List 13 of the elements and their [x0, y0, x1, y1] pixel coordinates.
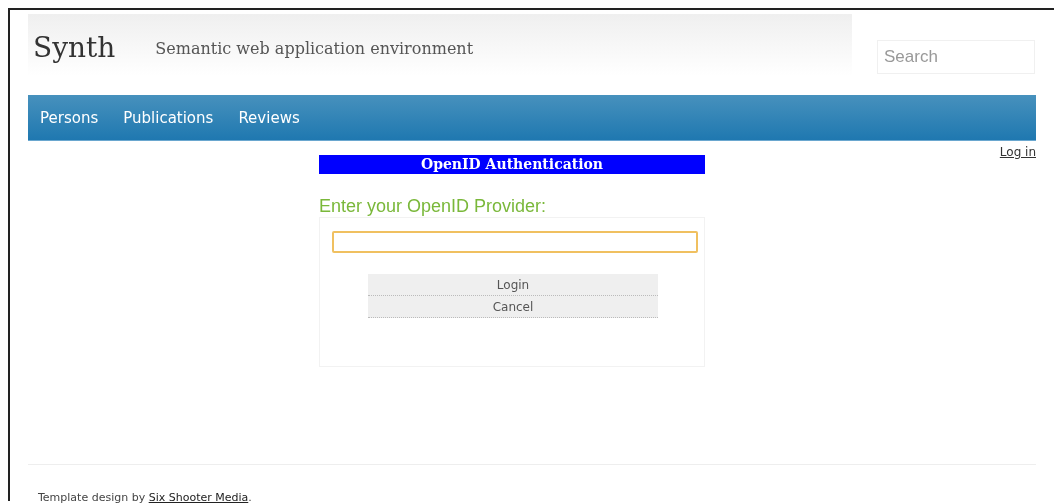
auth-title: OpenID Authentication [319, 155, 705, 174]
action-button[interactable]: Cancel [368, 296, 658, 318]
tagline: Semantic web application environment [155, 39, 474, 60]
site-title: Synth [33, 31, 116, 64]
search-field[interactable]: Search [877, 40, 1035, 74]
action-button[interactable]: Login [368, 274, 658, 296]
login-link[interactable]: Log in [999, 145, 1036, 159]
provider-prompt: Enter your OpenID Provider: [319, 196, 548, 217]
nav-item[interactable]: Publications [115, 108, 222, 127]
nav-item[interactable]: Reviews [230, 108, 308, 127]
provider-field[interactable] [332, 231, 698, 253]
footer-credit: Template design by Six Shooter Media. [28, 464, 1036, 503]
nav-item[interactable]: Persons [32, 108, 107, 127]
